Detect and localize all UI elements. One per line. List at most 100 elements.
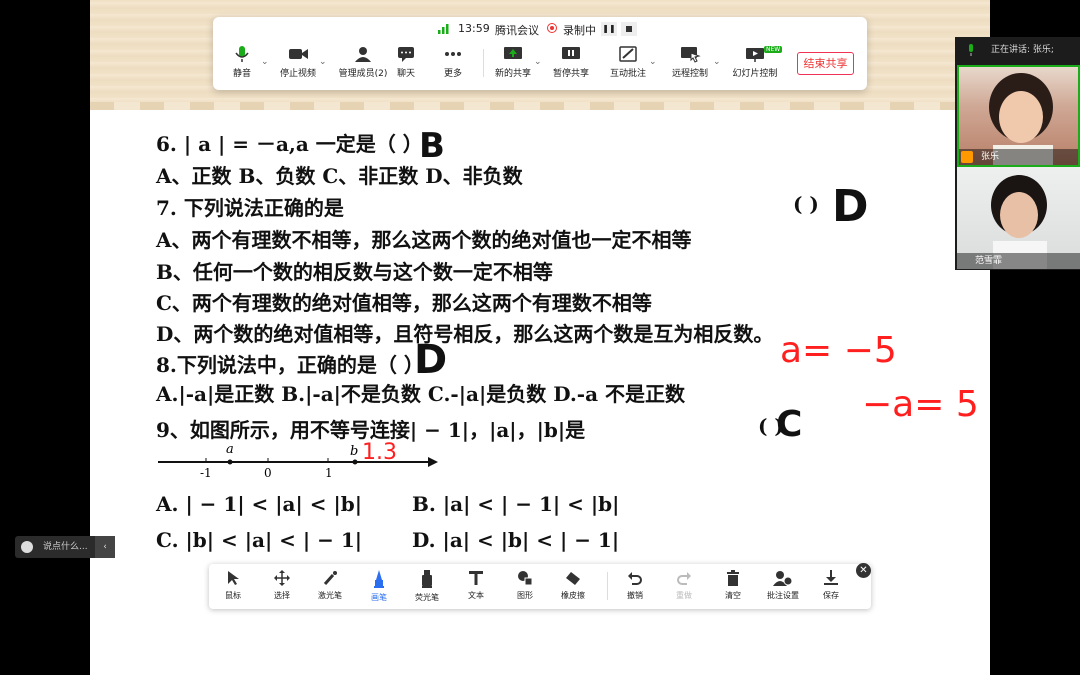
remote-control-label: 远程控制: [671, 69, 708, 79]
tool-label: 荧光笔: [415, 593, 439, 602]
cursor-tool[interactable]: 鼠标: [211, 570, 255, 601]
video-options-chevron-icon[interactable]: ⌄: [319, 57, 327, 67]
microphone-icon: [235, 46, 249, 62]
meeting-time: 13:59: [458, 22, 490, 35]
speaking-label: 正在讲话: 张乐;: [991, 45, 1054, 55]
red-note-a: a= −5: [780, 330, 897, 371]
clear-button[interactable]: 清空: [711, 570, 755, 601]
brush-tool[interactable]: 画笔: [357, 570, 401, 603]
undo-button[interactable]: 撤销: [613, 570, 657, 601]
red-note-neg-a: −a= 5: [862, 384, 979, 425]
app-name: 腾讯会议: [495, 24, 539, 37]
new-badge: NEW: [764, 46, 783, 53]
participant-video-zhangle[interactable]: 张乐: [957, 65, 1080, 167]
tick-minus-one: -1: [200, 466, 212, 480]
tool-label: 激光笔: [318, 591, 342, 600]
highlighter-tool[interactable]: 荧光笔: [405, 570, 449, 603]
trash-icon: [727, 570, 739, 586]
question-9-option-a: A. | − 1| < |a| < |b|: [156, 492, 363, 516]
people-icon: [355, 47, 371, 62]
text-icon: [469, 571, 483, 585]
recording-icon: [547, 23, 557, 33]
close-annotation-toolbar-icon[interactable]: ✕: [856, 563, 871, 578]
mute-options-chevron-icon[interactable]: ⌄: [261, 57, 269, 67]
meeting-status-row: 13:59 腾讯会议 录制中 ❚❚: [213, 20, 867, 38]
question-9-option-d: D. |a| < |b| < | − 1|: [412, 528, 620, 552]
laser-pen-tool[interactable]: 激光笔: [308, 570, 352, 601]
mute-button[interactable]: 静音: [217, 45, 267, 79]
tool-label: 重做: [676, 591, 692, 600]
annotation-settings-button[interactable]: 批注设置: [760, 570, 806, 601]
new-share-label: 新的共享: [494, 69, 531, 79]
brush-icon: [374, 570, 384, 588]
speaking-indicator: 正在讲话: 张乐;: [955, 37, 1080, 63]
chat-placeholder: 说点什么...: [43, 542, 88, 552]
question-8: 8.下列说法中，正确的是（ ）.: [156, 353, 431, 377]
save-button[interactable]: 保存: [809, 570, 853, 601]
annotation-options-chevron-icon[interactable]: ⌄: [649, 57, 657, 67]
shapes-tool[interactable]: 图形: [503, 570, 547, 601]
question-6-options: A、正数 B、负数 C、非正数 D、非负数: [156, 164, 523, 188]
question-9-option-c: C. |b| < |a| < | − 1|: [156, 528, 363, 552]
new-share-button[interactable]: 新的共享: [488, 45, 538, 79]
tool-label: 鼠标: [225, 591, 241, 600]
annotation-toolbar: 鼠标 选择 激光笔 画笔 荧光笔 文本 图形 橡皮擦 撤销 重做 清空 批注设置…: [209, 564, 871, 609]
chat-label: 聊天: [396, 69, 415, 79]
participant-video-fanxuefei[interactable]: 范雪霏: [957, 167, 1080, 269]
share-options-chevron-icon[interactable]: ⌄: [534, 57, 542, 67]
handwritten-b-value: 1.3: [362, 440, 397, 465]
question-7-paren: ( ): [793, 192, 819, 216]
answer-q8: D: [414, 337, 448, 383]
answer-q7: D: [832, 181, 869, 232]
question-7: 7. 下列说法正确的是: [156, 196, 344, 220]
remote-control-button[interactable]: 远程控制: [665, 45, 715, 79]
end-share-button[interactable]: 结束共享: [797, 52, 854, 75]
select-tool[interactable]: 选择: [260, 570, 304, 601]
tick-zero: 0: [264, 466, 272, 480]
pause-share-label: 暂停共享: [552, 69, 589, 79]
more-button[interactable]: 更多: [428, 45, 478, 79]
eraser-icon: [566, 572, 580, 585]
laser-pen-icon: [323, 571, 337, 585]
save-download-icon: [824, 570, 838, 585]
pause-share-button[interactable]: 暂停共享: [546, 45, 596, 79]
question-7-option-c: C、两个有理数的绝对值相等，那么这两个有理数不相等: [156, 291, 652, 315]
stop-recording-icon[interactable]: [621, 22, 637, 36]
slideshow-control-label: 幻灯片控制: [732, 69, 778, 79]
interactive-annotation-button[interactable]: 互动批注: [603, 45, 653, 79]
redo-button[interactable]: 重做: [662, 570, 706, 601]
label-b: b: [350, 444, 359, 459]
tool-label: 图形: [517, 591, 533, 600]
collapse-chevron-icon[interactable]: ‹: [95, 536, 115, 558]
move-icon: [274, 570, 290, 586]
recording-label: 录制中: [563, 24, 596, 37]
tick-one: 1: [325, 466, 333, 480]
more-dots-icon: [445, 52, 461, 56]
pause-recording-icon[interactable]: ❚❚: [601, 22, 617, 36]
tool-label: 橡皮擦: [561, 591, 585, 600]
chat-input[interactable]: 说点什么... ‹: [15, 536, 115, 558]
tool-label: 选择: [274, 591, 290, 600]
annotate-icon: [619, 46, 637, 62]
question-9: 9、如图所示，用不等号连接| − 1|，|a|，|b|是: [156, 418, 586, 442]
question-8-options: A.|-a|是正数 B.|-a|不是负数 C.-|a|是负数 D.-a 不是正数: [156, 382, 686, 406]
signal-strength-icon: [438, 24, 449, 34]
emoji-icon[interactable]: [21, 541, 33, 553]
chat-button[interactable]: 聊天: [381, 45, 431, 79]
stop-video-label: 停止视频: [279, 69, 316, 79]
video-panel: 正在讲话: 张乐; 张乐 范雪霏: [955, 37, 1080, 270]
question-7-option-b: B、任何一个数的相反数与这个数一定不相等: [156, 260, 553, 284]
speaking-microphone-icon: [969, 44, 973, 56]
answer-q9: C: [776, 404, 803, 445]
eraser-tool[interactable]: 橡皮擦: [551, 570, 595, 601]
mute-label: 静音: [232, 69, 251, 79]
question-6: 6. | a | = －a,a 一定是（ ）: [156, 132, 423, 156]
share-screen-icon: [504, 47, 522, 59]
question-9-option-b: B. |a| < | − 1| < |b|: [412, 492, 620, 516]
chat-bubble-icon: [398, 47, 414, 62]
stop-video-button[interactable]: 停止视频: [273, 45, 323, 79]
remote-options-chevron-icon[interactable]: ⌄: [713, 57, 721, 67]
slideshow-icon: [746, 48, 764, 62]
text-tool[interactable]: 文本: [454, 570, 498, 601]
highlighter-icon: [422, 570, 432, 588]
